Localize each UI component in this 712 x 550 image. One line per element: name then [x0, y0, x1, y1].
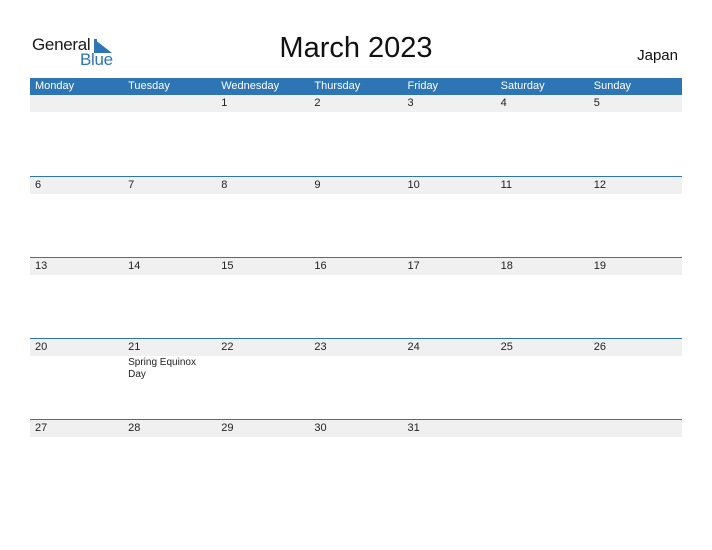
day-number: 25	[500, 341, 513, 353]
day-number: 16	[314, 260, 327, 272]
day-number: 28	[128, 422, 141, 434]
day-number	[123, 95, 216, 112]
weekday-saturday: Saturday	[500, 80, 545, 92]
date-strip: 6 7 8 9 10 11 12	[30, 177, 682, 194]
week-row: 1 2 3 4 5	[30, 95, 682, 176]
day-number: 12	[593, 179, 606, 191]
events-row	[30, 112, 682, 113]
day-number: 15	[221, 260, 234, 272]
week-row: 13 14 15 16 17 18 19	[30, 257, 682, 338]
day-number	[496, 420, 589, 437]
weekday-wednesday: Wednesday	[221, 80, 280, 92]
events-row	[30, 194, 682, 195]
day-number: 3	[407, 97, 414, 109]
day-number: 7	[128, 179, 135, 191]
day-event	[589, 357, 682, 381]
day-event: Spring Equinox Day	[128, 357, 196, 380]
day-number: 10	[407, 179, 420, 191]
day-number: 11	[500, 179, 513, 191]
day-number: 1	[221, 97, 228, 109]
day-number: 19	[593, 260, 606, 272]
weekday-friday: Friday	[407, 80, 439, 92]
day-event	[30, 357, 123, 381]
events-row	[30, 437, 682, 438]
day-number: 13	[35, 260, 48, 272]
date-strip: 20 21 22 23 24 25 26	[30, 339, 682, 356]
weekday-sunday: Sunday	[593, 80, 632, 92]
events-row: Spring Equinox Day	[30, 356, 682, 381]
day-number: 18	[500, 260, 513, 272]
date-strip: 1 2 3 4 5	[30, 95, 682, 112]
week-row: 20 21 22 23 24 25 26 Spring Equinox Day	[30, 338, 682, 419]
day-number: 2	[314, 97, 321, 109]
date-strip: 13 14 15 16 17 18 19	[30, 258, 682, 275]
day-event	[403, 357, 496, 381]
calendar-grid: Monday Tuesday Wednesday Thursday Friday…	[30, 78, 682, 500]
page-title: March 2023	[279, 32, 433, 64]
day-number: 6	[35, 179, 42, 191]
week-row: 6 7 8 9 10 11 12	[30, 176, 682, 257]
day-number: 29	[221, 422, 234, 434]
day-number: 5	[593, 97, 600, 109]
weekday-monday: Monday	[35, 80, 75, 92]
day-number: 31	[407, 422, 420, 434]
day-number: 22	[221, 341, 234, 353]
day-number: 4	[500, 97, 507, 109]
day-number: 23	[314, 341, 327, 353]
weeks-container: 1 2 3 4 5 6 7 8 9 10 11 12 13 14 15 16 17 18 19 20 21 22 23 24 2…	[30, 95, 682, 500]
day-number: 14	[128, 260, 141, 272]
day-number	[589, 420, 682, 437]
weekday-tuesday: Tuesday	[128, 80, 170, 92]
day-event	[216, 357, 309, 381]
country-label: Japan	[637, 47, 678, 64]
day-number: 8	[221, 179, 228, 191]
day-number: 20	[35, 341, 48, 353]
day-number: 30	[314, 422, 327, 434]
day-number	[30, 95, 123, 112]
day-number: 26	[593, 341, 606, 353]
week-row: 27 28 29 30 31	[30, 419, 682, 500]
date-strip: 27 28 29 30 31	[30, 420, 682, 437]
day-event	[496, 357, 589, 381]
day-number: 17	[407, 260, 420, 272]
day-event	[309, 357, 402, 381]
day-number: 9	[314, 179, 321, 191]
day-number: 21	[128, 341, 141, 353]
weekday-header: Monday Tuesday Wednesday Thursday Friday…	[30, 78, 682, 95]
day-number: 27	[35, 422, 48, 434]
weekday-thursday: Thursday	[314, 80, 361, 92]
events-row	[30, 275, 682, 276]
day-number: 24	[407, 341, 420, 353]
